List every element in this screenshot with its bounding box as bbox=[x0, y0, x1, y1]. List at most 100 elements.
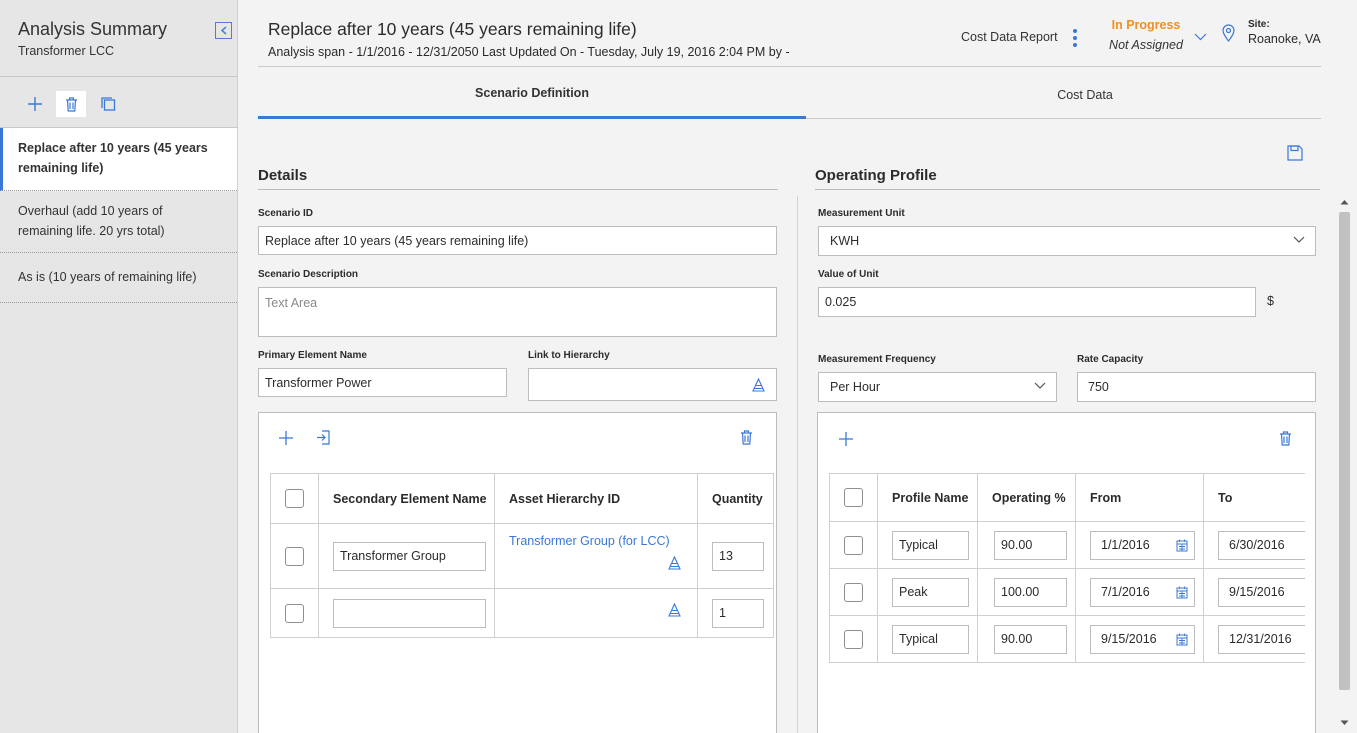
to-date-input[interactable]: 12/31/2016 bbox=[1218, 624, 1305, 654]
primary-element-field[interactable]: Transformer Power bbox=[258, 368, 507, 397]
table-header-row: Secondary Element Name Asset Hierarchy I… bbox=[270, 473, 774, 524]
scroll-up-icon[interactable] bbox=[1340, 199, 1349, 205]
site-value: Roanoke, VA bbox=[1248, 32, 1321, 46]
row-checkbox[interactable] bbox=[844, 582, 863, 602]
row-select-cell bbox=[270, 523, 319, 589]
copy-scenario-button[interactable] bbox=[93, 91, 123, 117]
operating-pct-input[interactable]: 90.00 bbox=[994, 624, 1067, 654]
profile-name-input[interactable]: Peak bbox=[892, 577, 969, 607]
save-button[interactable] bbox=[1287, 145, 1303, 161]
sidebar-header: Analysis Summary Transformer LCC bbox=[0, 0, 237, 77]
operating-pct-input[interactable]: 100.00 bbox=[994, 577, 1067, 607]
tab-cost-data[interactable]: Cost Data bbox=[806, 70, 1357, 119]
row-checkbox[interactable] bbox=[285, 546, 304, 566]
scrollbar-thumb[interactable] bbox=[1339, 212, 1350, 690]
profile-name-cell: Peak bbox=[877, 568, 978, 616]
details-divider bbox=[258, 189, 778, 190]
delete-scenario-button[interactable] bbox=[56, 91, 86, 117]
rate-capacity-field[interactable]: 750 bbox=[1077, 372, 1316, 402]
delete-secondary-element-button[interactable] bbox=[740, 430, 753, 445]
site-info: Site: Roanoke, VA bbox=[1248, 19, 1321, 46]
quantity-input[interactable]: 13 bbox=[712, 541, 764, 571]
value-of-unit-field[interactable]: 0.025 bbox=[818, 287, 1256, 317]
operating-profile-divider bbox=[815, 189, 1320, 190]
scenario-item-replace[interactable]: Replace after 10 years (45 years remaini… bbox=[0, 128, 237, 191]
chevron-down-icon bbox=[1034, 382, 1046, 389]
scroll-down-icon[interactable] bbox=[1340, 720, 1349, 726]
value-of-unit-label: Value of Unit bbox=[818, 269, 879, 280]
primary-element-label: Primary Element Name bbox=[258, 350, 367, 361]
hierarchy-icon[interactable] bbox=[668, 603, 681, 617]
from-date-input[interactable]: 7/1/2016 bbox=[1090, 577, 1195, 607]
row-checkbox[interactable] bbox=[844, 629, 863, 649]
secondary-elements-table: Secondary Element Name Asset Hierarchy I… bbox=[270, 473, 774, 638]
hierarchy-cell bbox=[494, 588, 698, 638]
profile-name-input[interactable]: Typical bbox=[892, 624, 969, 654]
row-checkbox[interactable] bbox=[285, 603, 304, 623]
operating-pct-cell: 100.00 bbox=[977, 568, 1076, 616]
plus-icon bbox=[839, 432, 853, 446]
tab-scenario-definition[interactable]: Scenario Definition bbox=[258, 70, 806, 119]
to-date-value: 6/30/2016 bbox=[1229, 538, 1285, 552]
profile-name-input[interactable]: Typical bbox=[892, 530, 969, 560]
select-all-checkbox[interactable] bbox=[285, 489, 304, 508]
hierarchy-icon[interactable] bbox=[668, 556, 681, 570]
more-options-icon[interactable] bbox=[1071, 29, 1079, 47]
column-header: From bbox=[1075, 473, 1204, 522]
row-checkbox[interactable] bbox=[844, 535, 863, 555]
operating-profiles-panel: Profile Name Operating % From To Typical… bbox=[817, 412, 1316, 733]
quantity-input[interactable]: 1 bbox=[712, 598, 764, 628]
column-header: Operating % bbox=[977, 473, 1076, 522]
operating-pct-input[interactable]: 90.00 bbox=[994, 530, 1067, 560]
collapse-sidebar-button[interactable] bbox=[215, 22, 232, 39]
hierarchy-link[interactable]: Transformer Group (for LCC) bbox=[509, 534, 683, 548]
to-date-input[interactable]: 6/30/2016 bbox=[1218, 530, 1305, 560]
measurement-unit-select[interactable]: KWH bbox=[818, 226, 1316, 256]
cost-data-report-link[interactable]: Cost Data Report bbox=[961, 30, 1058, 44]
calendar-icon[interactable] bbox=[1176, 539, 1188, 552]
chevron-down-icon[interactable] bbox=[1194, 30, 1207, 44]
from-date-input[interactable]: 1/1/2016 bbox=[1090, 530, 1195, 560]
operating-profile-heading: Operating Profile bbox=[815, 167, 937, 184]
scenario-id-field[interactable]: Replace after 10 years (45 years remaini… bbox=[258, 226, 777, 255]
secondary-name-input[interactable]: Transformer Group bbox=[333, 541, 486, 571]
scenario-item-as-is[interactable]: As is (10 years of remaining life) bbox=[0, 253, 237, 303]
secondary-name-input[interactable] bbox=[333, 598, 486, 628]
link-to-hierarchy-field[interactable] bbox=[528, 368, 777, 401]
hierarchy-icon[interactable] bbox=[752, 378, 765, 392]
currency-symbol: $ bbox=[1267, 294, 1274, 308]
page-title: Replace after 10 years (45 years remaini… bbox=[268, 19, 637, 39]
from-date-input[interactable]: 9/15/2016 bbox=[1090, 624, 1195, 654]
calendar-icon[interactable] bbox=[1176, 586, 1188, 599]
measurement-frequency-select[interactable]: Per Hour bbox=[818, 372, 1057, 402]
to-date-input[interactable]: 9/15/2016 bbox=[1218, 577, 1305, 607]
rate-capacity-label: Rate Capacity bbox=[1077, 354, 1144, 365]
select-all-checkbox[interactable] bbox=[844, 488, 863, 507]
tab-divider bbox=[806, 118, 1321, 119]
select-all-cell bbox=[829, 473, 878, 522]
add-profile-button[interactable] bbox=[839, 432, 853, 446]
scenario-item-label: Overhaul (add 10 years of remaining life… bbox=[18, 204, 165, 238]
add-scenario-button[interactable] bbox=[20, 91, 50, 117]
column-header: Profile Name bbox=[877, 473, 978, 522]
import-secondary-element-button[interactable] bbox=[316, 430, 330, 445]
secondary-name-cell bbox=[318, 588, 495, 638]
save-icon bbox=[1287, 145, 1303, 161]
delete-profile-button[interactable] bbox=[1279, 431, 1292, 446]
to-date-cell: 6/30/2016 bbox=[1203, 521, 1305, 569]
vertical-scrollbar[interactable] bbox=[1337, 196, 1353, 733]
scenario-description-field[interactable]: Text Area bbox=[258, 287, 777, 337]
sidebar-toolbar bbox=[0, 77, 237, 128]
calendar-icon[interactable] bbox=[1176, 633, 1188, 646]
add-secondary-element-button[interactable] bbox=[279, 431, 293, 445]
from-date-value: 1/1/2016 bbox=[1101, 538, 1150, 552]
analysis-span: Analysis span - 1/1/2016 - 12/31/2050 La… bbox=[268, 45, 790, 59]
row-select-cell bbox=[829, 568, 878, 616]
table-row: Typical 90.00 9/15/2016 12/31/2016 bbox=[829, 615, 1305, 663]
scenario-item-overhaul[interactable]: Overhaul (add 10 years of remaining life… bbox=[0, 191, 237, 253]
row-select-cell bbox=[270, 588, 319, 638]
header-divider bbox=[258, 66, 1321, 67]
assignee-text: Not Assigned bbox=[1109, 38, 1183, 52]
site-label: Site: bbox=[1248, 19, 1270, 30]
from-date-cell: 9/15/2016 bbox=[1075, 615, 1204, 663]
